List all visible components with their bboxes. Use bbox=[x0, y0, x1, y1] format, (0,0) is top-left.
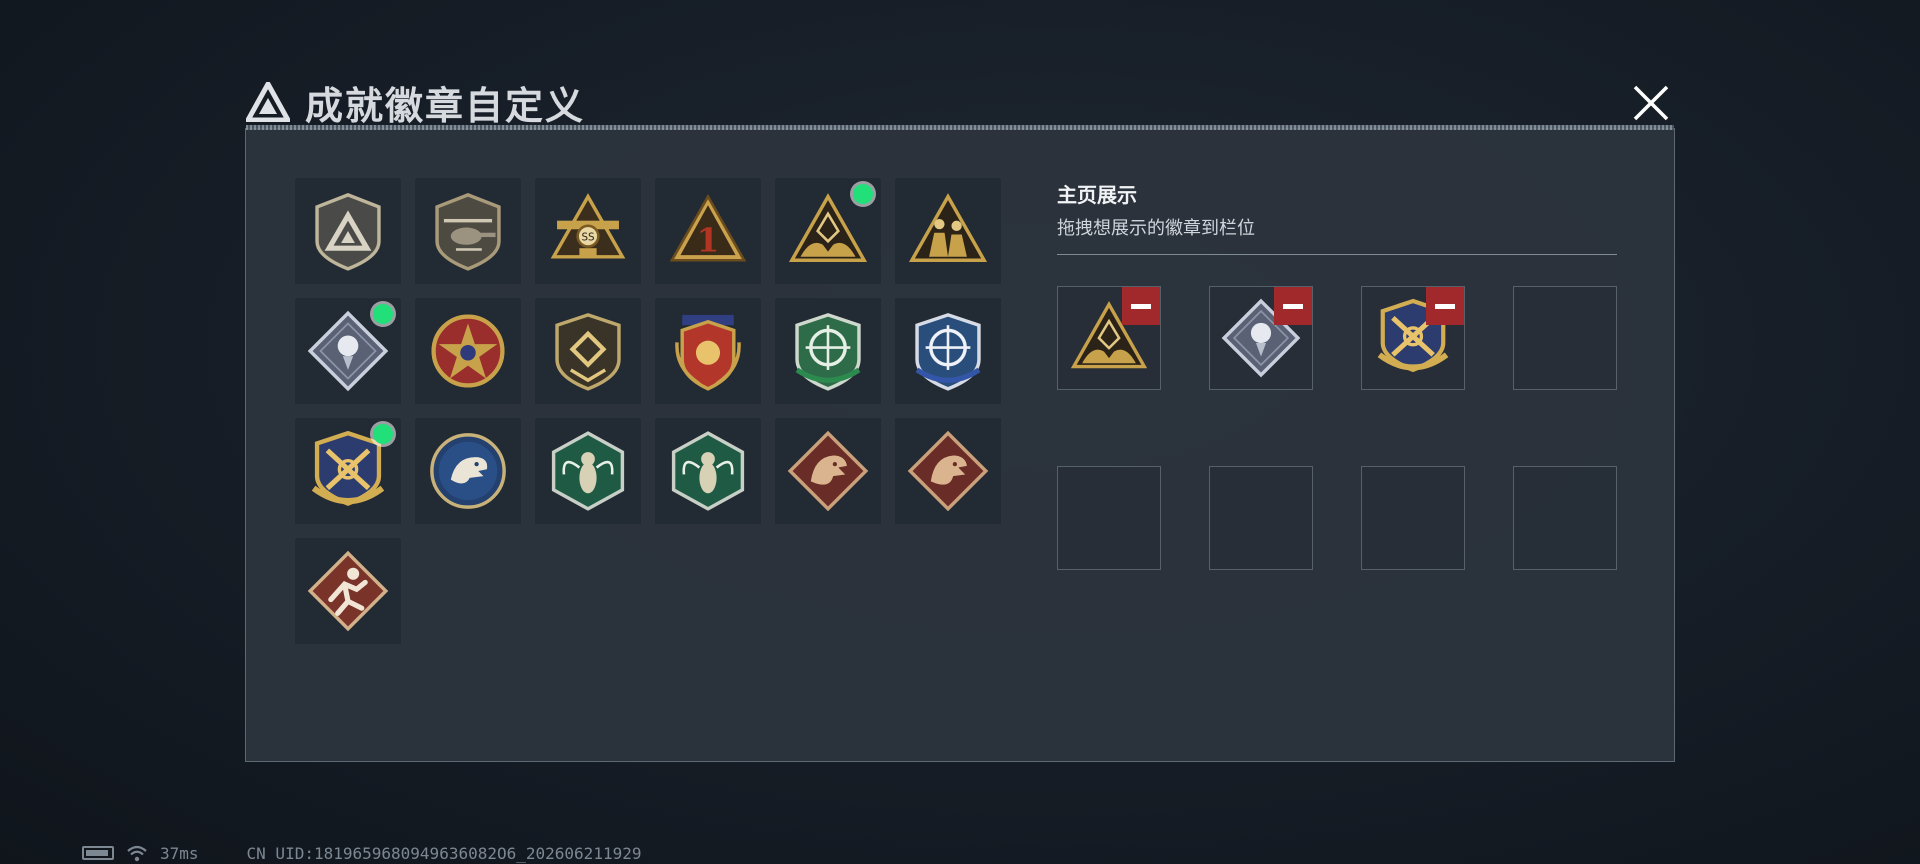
badge-cell[interactable] bbox=[534, 417, 642, 525]
divider bbox=[1057, 254, 1617, 255]
new-indicator-dot bbox=[373, 424, 393, 444]
remove-badge-button[interactable] bbox=[1426, 287, 1464, 325]
minus-icon bbox=[1283, 303, 1303, 309]
page-title: 成就徽章自定义 bbox=[305, 83, 586, 128]
number-one-triangle-badge-icon: 1 bbox=[669, 193, 747, 262]
display-slot-empty[interactable] bbox=[1513, 466, 1617, 570]
battery-icon bbox=[82, 846, 114, 860]
latency-text: 37ms bbox=[160, 843, 199, 863]
badge-cell[interactable] bbox=[294, 537, 402, 645]
badge-cell[interactable] bbox=[414, 297, 522, 405]
display-heading: 主页展示 bbox=[1057, 183, 1137, 207]
eagle-medallion-badge-icon bbox=[430, 433, 506, 509]
remove-badge-button[interactable] bbox=[1122, 287, 1160, 325]
badge-cell[interactable]: 1 bbox=[654, 177, 762, 285]
close-button[interactable] bbox=[1628, 80, 1674, 126]
ss-rank-badge-icon: SS bbox=[550, 193, 626, 259]
badge-cell[interactable] bbox=[534, 297, 642, 405]
svg-text:1: 1 bbox=[697, 221, 720, 260]
chevron-shield-badge-icon bbox=[555, 313, 621, 391]
svg-text:SS: SS bbox=[581, 231, 594, 243]
status-bar: 37ms CN UID:1819659680949636082O6_202606… bbox=[82, 843, 641, 863]
helicopter-badge-icon bbox=[435, 193, 501, 271]
badge-cell[interactable] bbox=[774, 417, 882, 525]
remove-badge-button[interactable] bbox=[1274, 287, 1312, 325]
badge-cell[interactable] bbox=[414, 417, 522, 525]
badge-cell[interactable] bbox=[654, 297, 762, 405]
wifi-icon bbox=[127, 845, 147, 862]
laurel-shield-badge-icon bbox=[675, 314, 741, 391]
display-instruction: 拖拽想展示的徽章到栏位 bbox=[1057, 218, 1255, 239]
star-compass-badge-icon bbox=[431, 314, 505, 388]
triangle-logo-icon bbox=[245, 79, 291, 125]
dragon-diamond-badge-icon bbox=[787, 430, 869, 512]
display-slot-empty[interactable] bbox=[1361, 466, 1465, 570]
green-rifle-crosshair-badge-icon bbox=[795, 313, 861, 391]
soldiers-triangle-badge-icon bbox=[908, 193, 988, 262]
badge-cell[interactable]: SS bbox=[534, 177, 642, 285]
triangle-shield-badge-icon bbox=[315, 193, 381, 271]
display-slot-filled[interactable] bbox=[1361, 286, 1465, 390]
badge-collection-grid: SS 1 bbox=[294, 177, 1002, 645]
display-slot-grid bbox=[1057, 286, 1617, 570]
badge-cell[interactable] bbox=[414, 177, 522, 285]
minus-icon bbox=[1435, 303, 1455, 309]
panel-top-border bbox=[246, 125, 1674, 130]
badge-cell[interactable] bbox=[294, 417, 402, 525]
badge-cell[interactable] bbox=[774, 297, 882, 405]
badge-cell[interactable] bbox=[774, 177, 882, 285]
badge-cell[interactable] bbox=[294, 177, 402, 285]
minus-icon bbox=[1131, 303, 1151, 309]
close-icon bbox=[1633, 85, 1669, 121]
badge-cell[interactable] bbox=[294, 297, 402, 405]
badge-cell[interactable] bbox=[894, 417, 1002, 525]
new-indicator-dot bbox=[373, 304, 393, 324]
dialog-header: 成就徽章自定义 bbox=[245, 76, 585, 128]
display-slot-empty[interactable] bbox=[1513, 286, 1617, 390]
user-uid-text: CN UID:1819659680949636082O6_20260621192… bbox=[246, 843, 642, 863]
display-slot-empty[interactable] bbox=[1209, 466, 1313, 570]
display-slot-empty[interactable] bbox=[1057, 466, 1161, 570]
display-slot-filled[interactable] bbox=[1209, 286, 1313, 390]
runner-diamond-badge-icon bbox=[307, 550, 389, 632]
badge-cell[interactable] bbox=[894, 177, 1002, 285]
hornet-hexagon-badge-icon bbox=[671, 431, 745, 511]
badge-cell[interactable] bbox=[654, 417, 762, 525]
badge-customization-panel: SS 1 主页展示 拖拽想展示的徽章到栏位 bbox=[245, 125, 1675, 762]
hornet-hexagon-badge-icon bbox=[551, 431, 625, 511]
display-slot-filled[interactable] bbox=[1057, 286, 1161, 390]
dragon-diamond-badge-icon bbox=[907, 430, 989, 512]
new-indicator-dot bbox=[853, 184, 873, 204]
badge-cell[interactable] bbox=[894, 297, 1002, 405]
homepage-display-section: 主页展示 拖拽想展示的徽章到栏位 bbox=[1057, 179, 1617, 255]
blue-rifle-crosshair-badge-icon bbox=[915, 313, 981, 391]
